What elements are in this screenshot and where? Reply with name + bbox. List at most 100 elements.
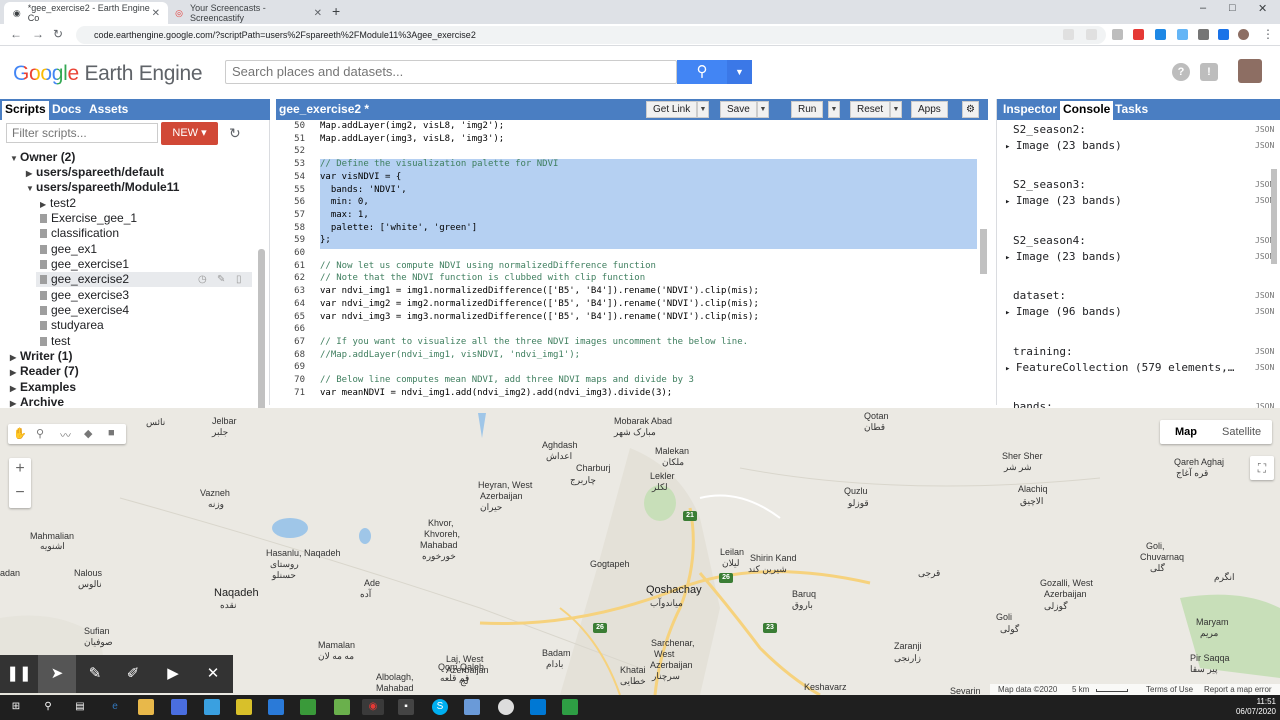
extension-icon[interactable] (1198, 29, 1209, 40)
rename-icon[interactable]: ✎ (217, 274, 225, 285)
script-item[interactable]: Exercise_gee_1 (40, 211, 137, 225)
terminal-icon[interactable]: ▪ (398, 699, 414, 715)
close-icon[interactable]: ✕ (194, 655, 232, 693)
highlighter-icon[interactable]: ✐ (114, 655, 152, 693)
skype-icon[interactable]: S (432, 699, 448, 715)
app-icon[interactable] (562, 699, 578, 715)
run-button[interactable]: Run (791, 101, 824, 118)
fullscreen-icon[interactable]: ⛶ (1250, 456, 1274, 480)
script-item[interactable]: gee_ex1 (40, 242, 97, 256)
search-icon[interactable]: ⚲ (40, 699, 56, 715)
code-line[interactable]: max: 1, (320, 210, 369, 220)
settings-gear-icon[interactable]: ⚙ (962, 101, 979, 118)
help-icon[interactable]: ? (1172, 63, 1190, 81)
tree-item-owner[interactable]: ▼ Owner (2) (10, 150, 75, 164)
report-map-error-link[interactable]: Report a map error (1204, 685, 1272, 694)
expand-icon[interactable]: ▸ (1005, 253, 1016, 263)
search-input[interactable]: Search places and datasets... (225, 60, 677, 84)
code-line[interactable]: // Define the visualization palette for … (320, 159, 558, 169)
expand-icon[interactable]: ▸ (1005, 308, 1016, 318)
console-entry-value[interactable]: ▸ Image (23 bands) (1005, 194, 1122, 207)
get-link-button[interactable]: Get Link (646, 101, 698, 118)
extension-icon[interactable] (1155, 29, 1166, 40)
json-button[interactable]: JSON (1255, 347, 1274, 356)
json-button[interactable]: JSON (1255, 363, 1274, 372)
rectangle-icon[interactable]: ■ (108, 427, 115, 439)
delete-icon[interactable]: ▯ (236, 274, 242, 285)
code-line[interactable]: Map.addLayer(img2, visL8, 'img2'); (320, 121, 504, 131)
json-button[interactable]: JSON (1255, 307, 1274, 316)
json-button[interactable]: JSON (1255, 291, 1274, 300)
back-icon[interactable]: ← (10, 27, 22, 41)
app-icon[interactable] (464, 699, 480, 715)
system-clock[interactable]: 11:51 06/07/2020 (1222, 697, 1276, 717)
cursor-icon[interactable]: ➤ (38, 655, 76, 693)
code-line[interactable]: min: 0, (320, 197, 369, 207)
new-button[interactable]: NEW ▾ (161, 122, 218, 145)
tree-item-examples[interactable]: ▶ Examples (10, 380, 76, 394)
close-icon[interactable]: ✕ (152, 8, 160, 19)
browser-tab-screencastify[interactable]: ◎ Your Screencasts - Screencastify ✕ (166, 2, 330, 24)
code-line[interactable]: var ndvi_img2 = img2.normalizedDifferenc… (320, 299, 759, 309)
code-line[interactable]: Map.addLayer(img3, visL8, 'img3'); (320, 134, 504, 144)
chrome-icon[interactable]: ◉ (362, 699, 384, 715)
map-view[interactable]: ✋ ⚲ 〰 ◆ ■ + − Map Satellite ⛶ Jelbar جلبر… (0, 408, 1280, 695)
tree-item-default[interactable]: ▶ users/spareeth/default (26, 165, 164, 179)
url-field[interactable]: code.earthengine.google.com/?scriptPath=… (76, 26, 1106, 44)
app-icon[interactable] (204, 699, 220, 715)
tree-item-module11[interactable]: ▼ users/spareeth/Module11 (26, 180, 179, 194)
tree-item-archive[interactable]: ▶ Archive (10, 395, 64, 409)
json-button[interactable]: JSON (1255, 141, 1274, 150)
windows-start-icon[interactable]: ⊞ (8, 699, 24, 715)
code-line[interactable]: // Now let us compute NDVI using normali… (320, 261, 656, 271)
profile-avatar[interactable] (1238, 29, 1249, 40)
history-icon[interactable]: ◷ (198, 274, 207, 285)
console-entry-value[interactable]: ▸ Image (96 bands) (1005, 305, 1122, 318)
get-link-dropdown[interactable]: ▼ (697, 101, 709, 118)
code-line[interactable]: }; (320, 235, 331, 245)
reset-button[interactable]: Reset (850, 101, 891, 118)
line-icon[interactable]: 〰 (60, 427, 71, 443)
tab-inspector[interactable]: Inspector (1003, 102, 1057, 116)
pause-icon[interactable]: ❚❚ (0, 655, 38, 693)
extension-icon[interactable] (1218, 29, 1229, 40)
script-item[interactable]: test (40, 334, 70, 348)
reload-icon[interactable]: ↻ (53, 27, 63, 41)
run-dropdown[interactable]: ▼ (828, 101, 840, 118)
satellite-button[interactable]: Satellite (1222, 426, 1261, 438)
scrollbar[interactable] (1271, 169, 1277, 264)
code-line[interactable]: var meanNDVI = ndvi_img1.add(ndvi_img2).… (320, 388, 672, 398)
tab-console[interactable]: Console (1060, 101, 1114, 120)
expand-icon[interactable]: ▸ (1005, 197, 1016, 207)
store-icon[interactable] (171, 699, 187, 715)
search-dropdown-button[interactable]: ▼ (727, 60, 752, 84)
search-button[interactable]: ⚲ (677, 60, 727, 84)
task-view-icon[interactable]: ▤ (72, 699, 88, 715)
window-close-icon[interactable]: ✕ (1258, 2, 1267, 15)
edge-icon[interactable]: e (107, 699, 123, 715)
vscode-icon[interactable] (268, 699, 284, 715)
zoom-in-button[interactable]: + (9, 460, 31, 478)
expand-icon[interactable]: ▸ (1005, 142, 1016, 152)
outlook-icon[interactable] (530, 699, 546, 715)
file-explorer-icon[interactable] (138, 699, 154, 715)
extension-icon[interactable] (1112, 29, 1123, 40)
camera-icon[interactable]: ▶ (154, 655, 192, 693)
tab-tasks[interactable]: Tasks (1115, 102, 1148, 116)
tree-item-reader[interactable]: ▶ Reader (7) (10, 364, 79, 378)
feedback-icon[interactable]: ! (1200, 63, 1218, 81)
close-icon[interactable]: ✕ (314, 8, 322, 19)
code-line[interactable]: var ndvi_img3 = img3.normalizedDifferenc… (320, 312, 759, 322)
app-icon[interactable] (300, 699, 316, 715)
tab-assets[interactable]: Assets (89, 102, 128, 116)
script-item[interactable]: gee_exercise3 (40, 288, 129, 302)
map-button[interactable]: Map (1175, 426, 1197, 438)
app-icon[interactable] (498, 699, 514, 715)
code-line[interactable]: // Below line computes mean NDVI, add th… (320, 375, 694, 385)
expand-icon[interactable]: ▸ (1005, 364, 1016, 374)
code-line[interactable]: palette: ['white', 'green'] (320, 223, 477, 233)
save-button[interactable]: Save (720, 101, 757, 118)
filter-scripts-input[interactable]: Filter scripts... (6, 123, 158, 143)
scrollbar[interactable] (980, 229, 987, 274)
code-line[interactable]: var ndvi_img1 = img1.normalizedDifferenc… (320, 286, 759, 296)
